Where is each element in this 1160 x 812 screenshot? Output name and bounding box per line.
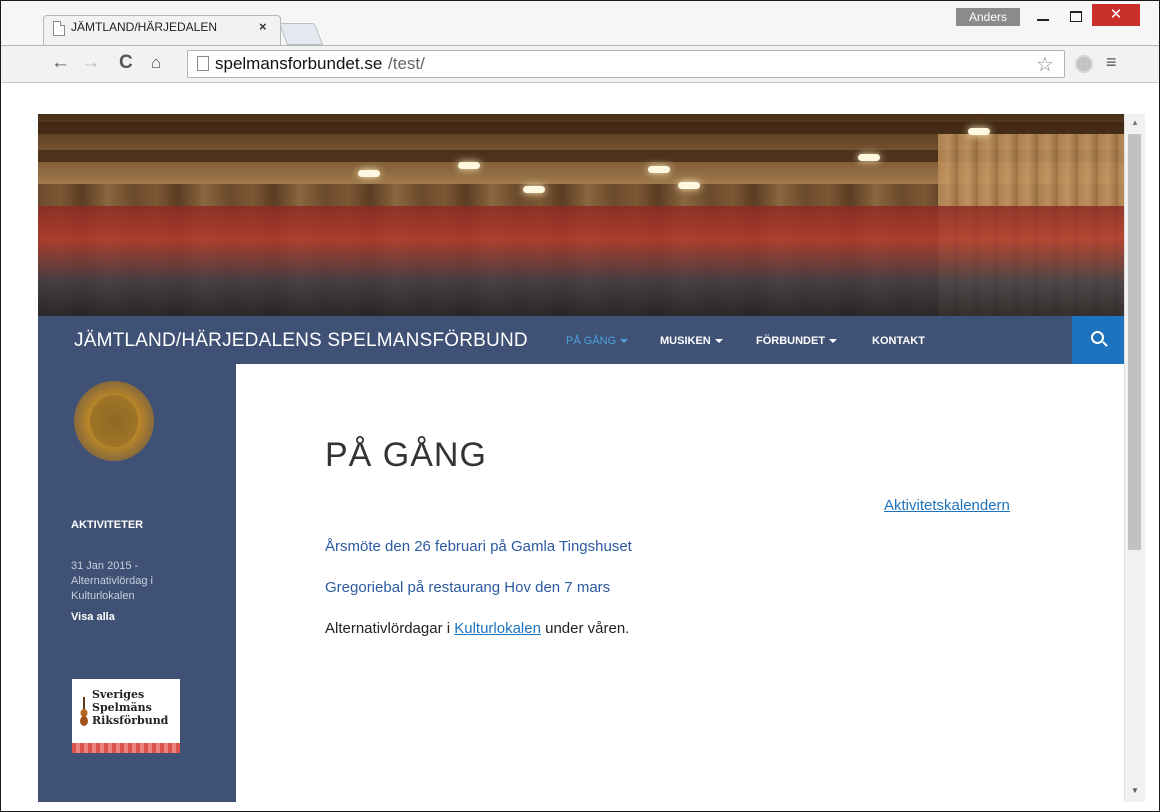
- page-icon: [53, 21, 65, 36]
- photo-lamp: [858, 154, 880, 161]
- photo-musicians: [38, 206, 1124, 316]
- maximize-icon: [1070, 10, 1082, 22]
- scroll-down-icon[interactable]: ▼: [1131, 786, 1139, 795]
- photo-beam: [38, 122, 1124, 134]
- nav-pa-gang[interactable]: PÅ GÅNG: [566, 335, 629, 347]
- url-host: spelmansforbundet.se: [215, 54, 383, 73]
- profile-badge[interactable]: Anders: [956, 8, 1020, 26]
- page-viewport: JÄMTLAND/HÄRJEDALENS SPELMANSFÖRBUND PÅ …: [38, 114, 1124, 802]
- site-header: JÄMTLAND/HÄRJEDALENS SPELMANSFÖRBUND PÅ …: [38, 316, 1124, 364]
- photo-lamp: [523, 186, 545, 193]
- home-icon[interactable]: ⌂: [151, 52, 161, 74]
- page-icon: [197, 56, 209, 71]
- photo-lamp: [648, 166, 670, 173]
- reload-icon[interactable]: C: [119, 52, 133, 74]
- nav-musiken[interactable]: MUSIKEN: [660, 335, 723, 347]
- main-content: PÅ GÅNG Aktivitetskalendern Årsmöte den …: [236, 364, 1124, 802]
- chevron-down-icon: [620, 339, 629, 344]
- minimize-button[interactable]: [1026, 4, 1060, 26]
- photo-lamp: [678, 182, 700, 189]
- header-photo: [38, 114, 1124, 316]
- title-bar: Anders ✕ JÄMTLAND/HÄRJEDALEN ×: [1, 1, 1159, 46]
- calendar-link[interactable]: Aktivitetskalendern: [884, 497, 1010, 514]
- kulturlokalen-link[interactable]: Kulturlokalen: [454, 620, 541, 637]
- nav-kontakt[interactable]: KONTAKT: [872, 335, 925, 347]
- page-title: PÅ GÅNG: [325, 436, 487, 474]
- bookmark-star-icon[interactable]: ☆: [1036, 52, 1054, 77]
- logo-strip: [72, 743, 180, 753]
- scroll-up-icon[interactable]: ▲: [1131, 118, 1139, 127]
- post-text-part: Alternativlördagar i: [325, 620, 455, 637]
- photo-lamp: [358, 170, 380, 177]
- maximize-button[interactable]: [1059, 4, 1093, 26]
- post-text-part: under våren.: [540, 620, 630, 637]
- photo-lamp: [458, 162, 480, 169]
- chevron-down-icon: [829, 339, 838, 344]
- site-title[interactable]: JÄMTLAND/HÄRJEDALENS SPELMANSFÖRBUND: [74, 330, 528, 352]
- search-button[interactable]: [1072, 316, 1124, 364]
- page-scrollbar[interactable]: ▲ ▼: [1124, 114, 1145, 802]
- tab-close-icon[interactable]: ×: [259, 19, 267, 34]
- nav-pa-gang-label: PÅ GÅNG: [566, 335, 617, 347]
- browser-toolbar: ← → C ⌂ spelmansforbundet.se /test/ ☆ ≡: [1, 45, 1159, 83]
- activities-heading: AKTIVITETER: [71, 519, 144, 531]
- browser-menu-icon[interactable]: ≡: [1106, 52, 1117, 73]
- url-path: /test/: [388, 54, 425, 73]
- scrollbar-thumb[interactable]: [1128, 134, 1141, 550]
- post-link[interactable]: Årsmöte den 26 februari på Gamla Tingshu…: [325, 538, 632, 555]
- close-window-button[interactable]: ✕: [1092, 4, 1140, 26]
- photo-lamp: [968, 128, 990, 135]
- show-all-link[interactable]: Visa alla: [71, 611, 115, 623]
- forward-arrow-icon[interactable]: →: [81, 52, 100, 74]
- browser-window: Anders ✕ JÄMTLAND/HÄRJEDALEN × ← → C ⌂ s…: [0, 0, 1160, 812]
- society-seal-logo[interactable]: [74, 381, 154, 461]
- activity-item[interactable]: 31 Jan 2015 - Alternativlördag i Kulturl…: [71, 559, 211, 604]
- search-icon-handle: [1102, 341, 1108, 347]
- extension-icon[interactable]: [1075, 55, 1093, 73]
- riksforbund-logo-text: Sveriges Spelmäns Riksförbund: [92, 688, 168, 727]
- post-link[interactable]: Gregoriebal på restaurang Hov den 7 mars: [325, 579, 610, 596]
- nav-forbundet-label: FÖRBUNDET: [756, 335, 826, 347]
- browser-tab-content: JÄMTLAND/HÄRJEDALEN ×: [53, 19, 279, 45]
- nav-kontakt-label: KONTAKT: [872, 335, 925, 347]
- logo-line: Riksförbund: [92, 714, 169, 727]
- chevron-down-icon: [714, 339, 723, 344]
- sidebar: AKTIVITETER 31 Jan 2015 - Alternativlörd…: [38, 364, 236, 802]
- logo-line: Spelmäns: [92, 701, 152, 714]
- address-bar[interactable]: spelmansforbundet.se /test/ ☆: [187, 50, 1065, 78]
- minimize-icon: [1037, 19, 1049, 22]
- riksforbund-logo[interactable]: Sveriges Spelmäns Riksförbund: [72, 679, 180, 753]
- nav-forbundet[interactable]: FÖRBUNDET: [756, 335, 838, 347]
- post-text: Alternativlördagar i Kulturlokalen under…: [325, 620, 629, 637]
- back-arrow-icon[interactable]: ←: [51, 52, 70, 74]
- nav-musiken-label: MUSIKEN: [660, 335, 711, 347]
- seal-emblem: [90, 395, 138, 447]
- logo-line: Sveriges: [92, 688, 145, 701]
- tab-title: JÄMTLAND/HÄRJEDALEN: [71, 20, 218, 34]
- fiddle-icon: [80, 697, 88, 726]
- new-tab-button[interactable]: [278, 23, 324, 45]
